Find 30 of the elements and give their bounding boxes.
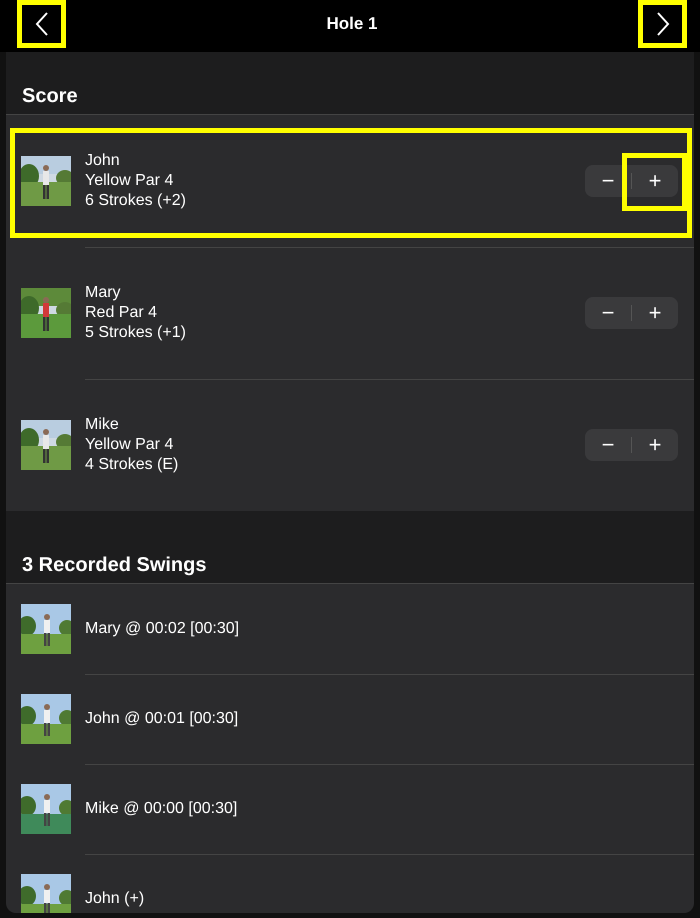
stroke-count: 5 Strokes (+1): [85, 323, 187, 343]
swing-item[interactable]: John (+): [6, 854, 694, 913]
increment-button[interactable]: +: [632, 429, 678, 461]
stroke-count: 6 Strokes (+2): [85, 191, 187, 211]
player-name: Mike: [85, 415, 120, 435]
section-title: 3 Recorded Swings: [22, 554, 206, 577]
forward-button[interactable]: [638, 0, 687, 48]
decrement-button[interactable]: −: [585, 429, 631, 461]
tee-par: Yellow Par 4: [85, 435, 174, 455]
window-title: Hole 1: [326, 14, 378, 34]
swing-item[interactable]: Mary @ 00:02 [00:30]: [6, 584, 694, 674]
chevron-left-icon: [34, 12, 48, 36]
swing-label: John (+): [85, 890, 144, 908]
swing-item[interactable]: Mike @ 00:00 [00:30]: [6, 764, 694, 854]
swing-label: Mike @ 00:00 [00:30]: [85, 800, 238, 818]
swing-label: John @ 00:01 [00:30]: [85, 710, 238, 728]
chevron-right-icon: [656, 12, 670, 36]
stroke-count: 4 Strokes (E): [85, 455, 180, 475]
decrement-button[interactable]: −: [585, 297, 631, 329]
player-name: Mary: [85, 283, 122, 303]
increment-button[interactable]: +: [632, 297, 678, 329]
tee-par: Red Par 4: [85, 303, 158, 323]
increment-button[interactable]: +: [632, 165, 678, 197]
decrement-button[interactable]: −: [585, 165, 631, 197]
back-button[interactable]: [17, 0, 66, 48]
player-name: John: [85, 151, 121, 171]
section-title: Score: [22, 85, 78, 108]
swing-item[interactable]: John @ 00:01 [00:30]: [6, 674, 694, 764]
swing-label: Mary @ 00:02 [00:30]: [85, 620, 240, 638]
tee-par: Yellow Par 4: [85, 171, 174, 191]
